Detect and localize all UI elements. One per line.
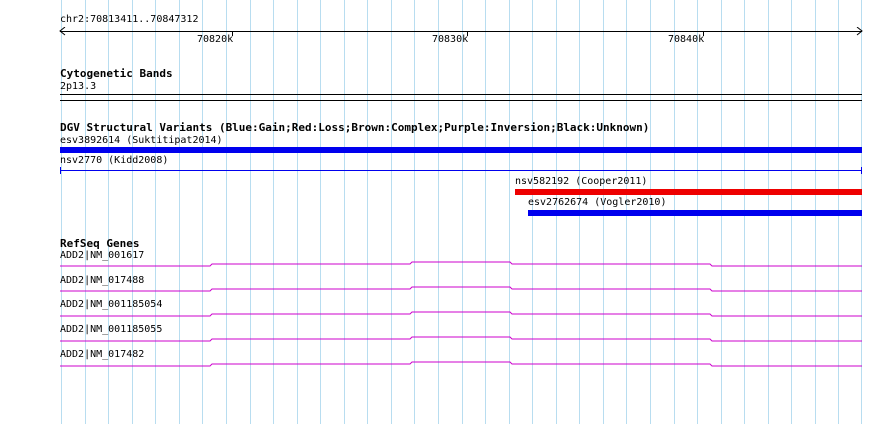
genome-browser-view: chr2:70813411..70847312 70820k 70830k 70… <box>0 0 890 424</box>
gene-transcript-line[interactable] <box>60 311 862 317</box>
gene-transcript-line[interactable] <box>60 261 862 267</box>
gene-transcript-line[interactable] <box>60 286 862 292</box>
gene-transcript-line[interactable] <box>60 336 862 342</box>
refseq-gene-models <box>60 261 862 367</box>
gene-transcript-line[interactable] <box>60 361 862 367</box>
